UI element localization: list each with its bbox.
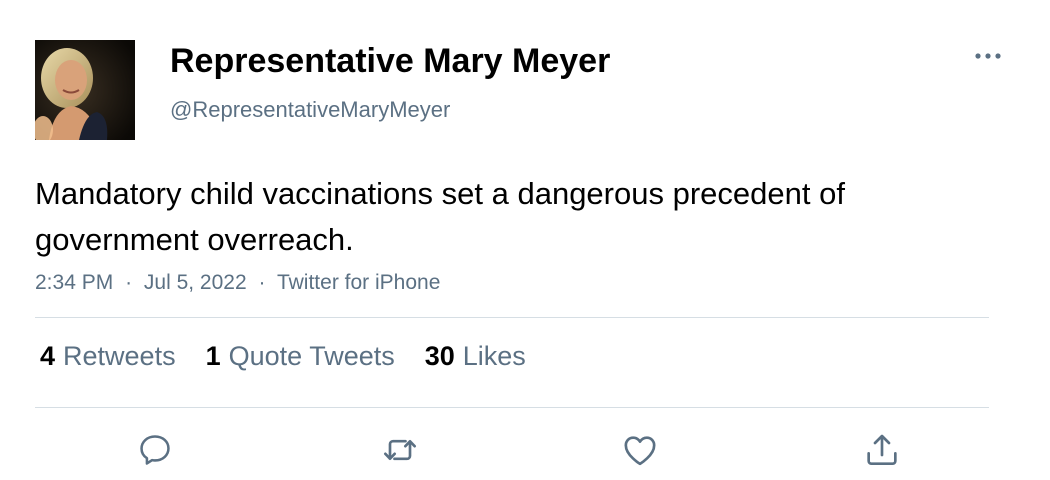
- metadata-separator: ·: [258, 271, 266, 294]
- likes-label: Likes: [462, 341, 526, 371]
- likes-count: 30: [424, 341, 455, 371]
- quote-tweets-count: 1: [205, 341, 221, 371]
- tweet-date[interactable]: Jul 5, 2022: [144, 271, 247, 294]
- quote-tweets-stat[interactable]: 1 Quote Tweets: [206, 341, 395, 372]
- tweet-metadata: 2:34 PM · Jul 5, 2022 · Twitter for iPho…: [35, 271, 440, 295]
- like-icon: [624, 436, 656, 466]
- reply-button[interactable]: [134, 429, 176, 471]
- reply-icon: [140, 435, 170, 465]
- more-dots-icon: [975, 53, 1001, 59]
- avatar[interactable]: [35, 40, 135, 140]
- retweet-icon: [384, 439, 416, 461]
- like-button[interactable]: [619, 429, 661, 471]
- metadata-separator: ·: [125, 271, 133, 294]
- tweet-time[interactable]: 2:34 PM: [35, 271, 113, 294]
- user-handle[interactable]: @RepresentativeMaryMeyer: [170, 97, 450, 123]
- tweet-source[interactable]: Twitter for iPhone: [277, 271, 440, 294]
- more-options-button[interactable]: [968, 40, 1008, 72]
- display-name[interactable]: Representative Mary Meyer: [170, 42, 610, 81]
- engagement-stats: 4 Retweets 1 Quote Tweets 30 Likes: [40, 341, 526, 372]
- quote-tweets-label: Quote Tweets: [228, 341, 395, 371]
- avatar-photo: [35, 40, 135, 140]
- tweet-text: Mandatory child vaccinations set a dange…: [35, 176, 845, 257]
- share-button[interactable]: [861, 429, 903, 471]
- retweets-stat[interactable]: 4 Retweets: [40, 341, 176, 372]
- retweet-button[interactable]: [379, 429, 421, 471]
- retweets-count: 4: [40, 341, 56, 371]
- divider-top: [35, 317, 989, 318]
- divider-bottom: [35, 407, 989, 408]
- retweets-label: Retweets: [63, 341, 176, 371]
- share-icon: [867, 434, 897, 465]
- likes-stat[interactable]: 30 Likes: [425, 341, 526, 372]
